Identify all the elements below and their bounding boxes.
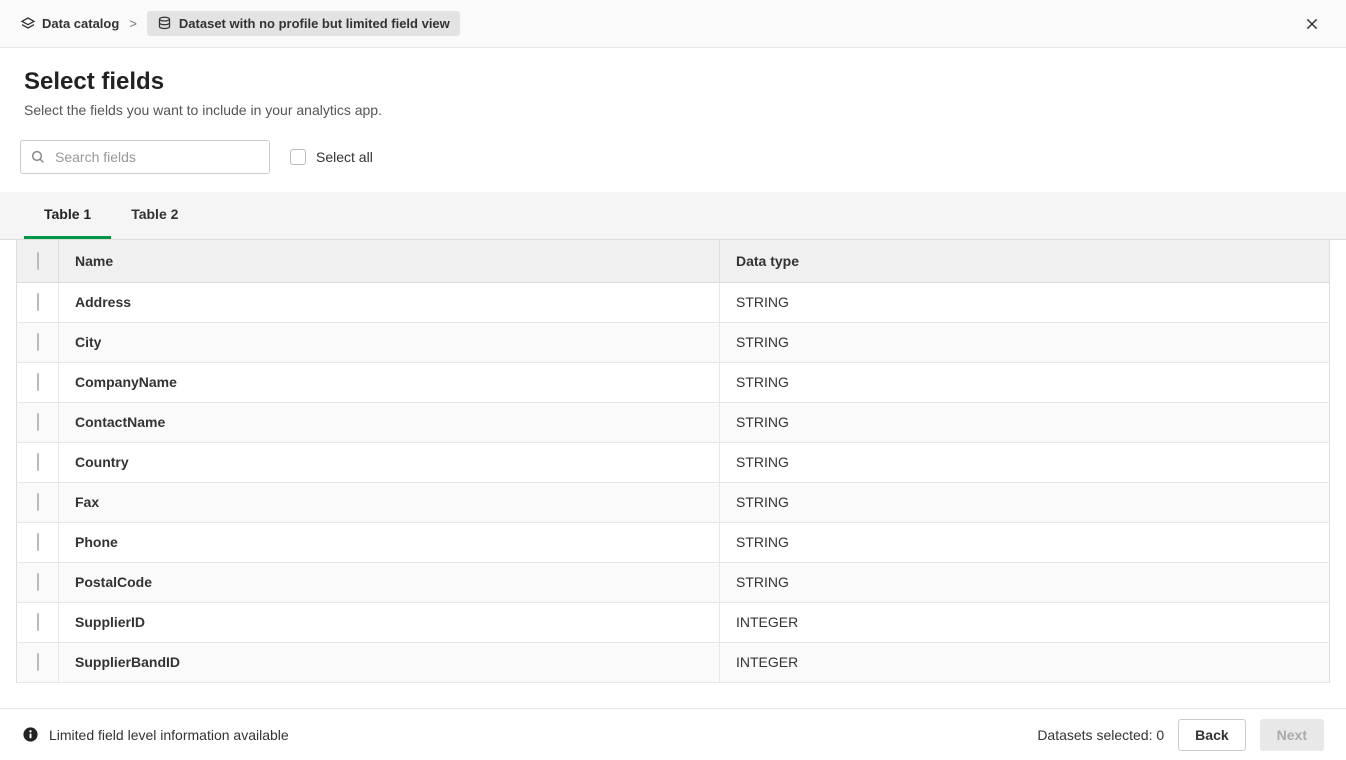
row-type: STRING <box>720 442 1330 482</box>
row-checkbox[interactable] <box>37 333 39 351</box>
breadcrumb: Data catalog > Dataset with no profile b… <box>20 11 460 36</box>
row-type: STRING <box>720 362 1330 402</box>
row-type: STRING <box>720 402 1330 442</box>
layers-icon <box>20 16 36 32</box>
database-icon <box>157 16 172 31</box>
row-checkbox-cell <box>17 442 59 482</box>
table-wrap: Name Data type AddressSTRINGCitySTRINGCo… <box>0 240 1346 708</box>
back-button[interactable]: Back <box>1178 719 1245 751</box>
breadcrumb-root[interactable]: Data catalog <box>20 16 119 32</box>
footer-info: Limited field level information availabl… <box>22 726 289 743</box>
table-row: PostalCodeSTRING <box>17 562 1330 602</box>
row-type: STRING <box>720 322 1330 362</box>
controls-row: Select all <box>0 140 1346 192</box>
row-checkbox[interactable] <box>37 373 39 391</box>
table-row: SupplierIDINTEGER <box>17 602 1330 642</box>
breadcrumb-separator: > <box>129 16 137 31</box>
row-checkbox-cell <box>17 402 59 442</box>
search-field-wrap <box>20 140 270 174</box>
footer-status-count: 0 <box>1156 727 1164 743</box>
footer-status-prefix: Datasets selected: <box>1037 727 1156 743</box>
search-icon <box>30 149 46 165</box>
table-header-row: Name Data type <box>17 240 1330 282</box>
table-row: FaxSTRING <box>17 482 1330 522</box>
row-checkbox-cell <box>17 362 59 402</box>
row-checkbox-cell <box>17 282 59 322</box>
breadcrumb-root-label: Data catalog <box>42 16 119 31</box>
close-button[interactable] <box>1298 10 1326 38</box>
row-checkbox[interactable] <box>37 533 39 551</box>
row-name: ContactName <box>59 402 720 442</box>
header-checkbox[interactable] <box>37 252 39 270</box>
table-row: AddressSTRING <box>17 282 1330 322</box>
row-checkbox-cell <box>17 602 59 642</box>
footer-status: Datasets selected: 0 <box>1037 727 1164 743</box>
select-all-checkbox[interactable] <box>290 149 306 165</box>
row-checkbox-cell <box>17 482 59 522</box>
row-name: Address <box>59 282 720 322</box>
page-subtitle: Select the fields you want to include in… <box>24 102 1322 118</box>
row-type: STRING <box>720 282 1330 322</box>
fields-table: Name Data type AddressSTRINGCitySTRINGCo… <box>16 240 1330 683</box>
row-type: STRING <box>720 482 1330 522</box>
header-section: Select fields Select the fields you want… <box>0 48 1346 140</box>
row-checkbox-cell <box>17 522 59 562</box>
footer-info-text: Limited field level information availabl… <box>49 727 289 743</box>
row-name: PostalCode <box>59 562 720 602</box>
select-all-label: Select all <box>316 149 373 165</box>
row-checkbox-cell <box>17 642 59 682</box>
row-checkbox[interactable] <box>37 573 39 591</box>
row-name: SupplierBandID <box>59 642 720 682</box>
row-checkbox[interactable] <box>37 653 39 671</box>
row-name: Country <box>59 442 720 482</box>
row-checkbox[interactable] <box>37 453 39 471</box>
row-checkbox[interactable] <box>37 293 39 311</box>
row-type: INTEGER <box>720 602 1330 642</box>
page-title: Select fields <box>24 68 1322 96</box>
select-all[interactable]: Select all <box>290 149 373 165</box>
row-name: CompanyName <box>59 362 720 402</box>
row-type: INTEGER <box>720 642 1330 682</box>
header-checkbox-col <box>17 240 59 282</box>
row-name: Fax <box>59 482 720 522</box>
footer: Limited field level information availabl… <box>0 708 1346 760</box>
tab-table-2[interactable]: Table 2 <box>111 192 198 239</box>
row-name: SupplierID <box>59 602 720 642</box>
tab-table-1[interactable]: Table 1 <box>24 192 111 239</box>
tabs-row: Table 1 Table 2 <box>0 192 1346 240</box>
row-checkbox[interactable] <box>37 613 39 631</box>
row-type: STRING <box>720 562 1330 602</box>
search-input[interactable] <box>20 140 270 174</box>
breadcrumb-current-label: Dataset with no profile but limited fiel… <box>179 16 450 31</box>
close-icon <box>1304 16 1320 32</box>
header-name[interactable]: Name <box>59 240 720 282</box>
topbar: Data catalog > Dataset with no profile b… <box>0 0 1346 48</box>
next-button[interactable]: Next <box>1260 719 1324 751</box>
row-checkbox[interactable] <box>37 413 39 431</box>
row-checkbox-cell <box>17 322 59 362</box>
row-checkbox-cell <box>17 562 59 602</box>
table-row: CompanyNameSTRING <box>17 362 1330 402</box>
table-row: CountrySTRING <box>17 442 1330 482</box>
table-row: CitySTRING <box>17 322 1330 362</box>
row-type: STRING <box>720 522 1330 562</box>
row-checkbox[interactable] <box>37 493 39 511</box>
info-icon <box>22 726 39 743</box>
row-name: Phone <box>59 522 720 562</box>
table-row: ContactNameSTRING <box>17 402 1330 442</box>
breadcrumb-current[interactable]: Dataset with no profile but limited fiel… <box>147 11 460 36</box>
row-name: City <box>59 322 720 362</box>
table-row: SupplierBandIDINTEGER <box>17 642 1330 682</box>
header-type[interactable]: Data type <box>720 240 1330 282</box>
table-row: PhoneSTRING <box>17 522 1330 562</box>
